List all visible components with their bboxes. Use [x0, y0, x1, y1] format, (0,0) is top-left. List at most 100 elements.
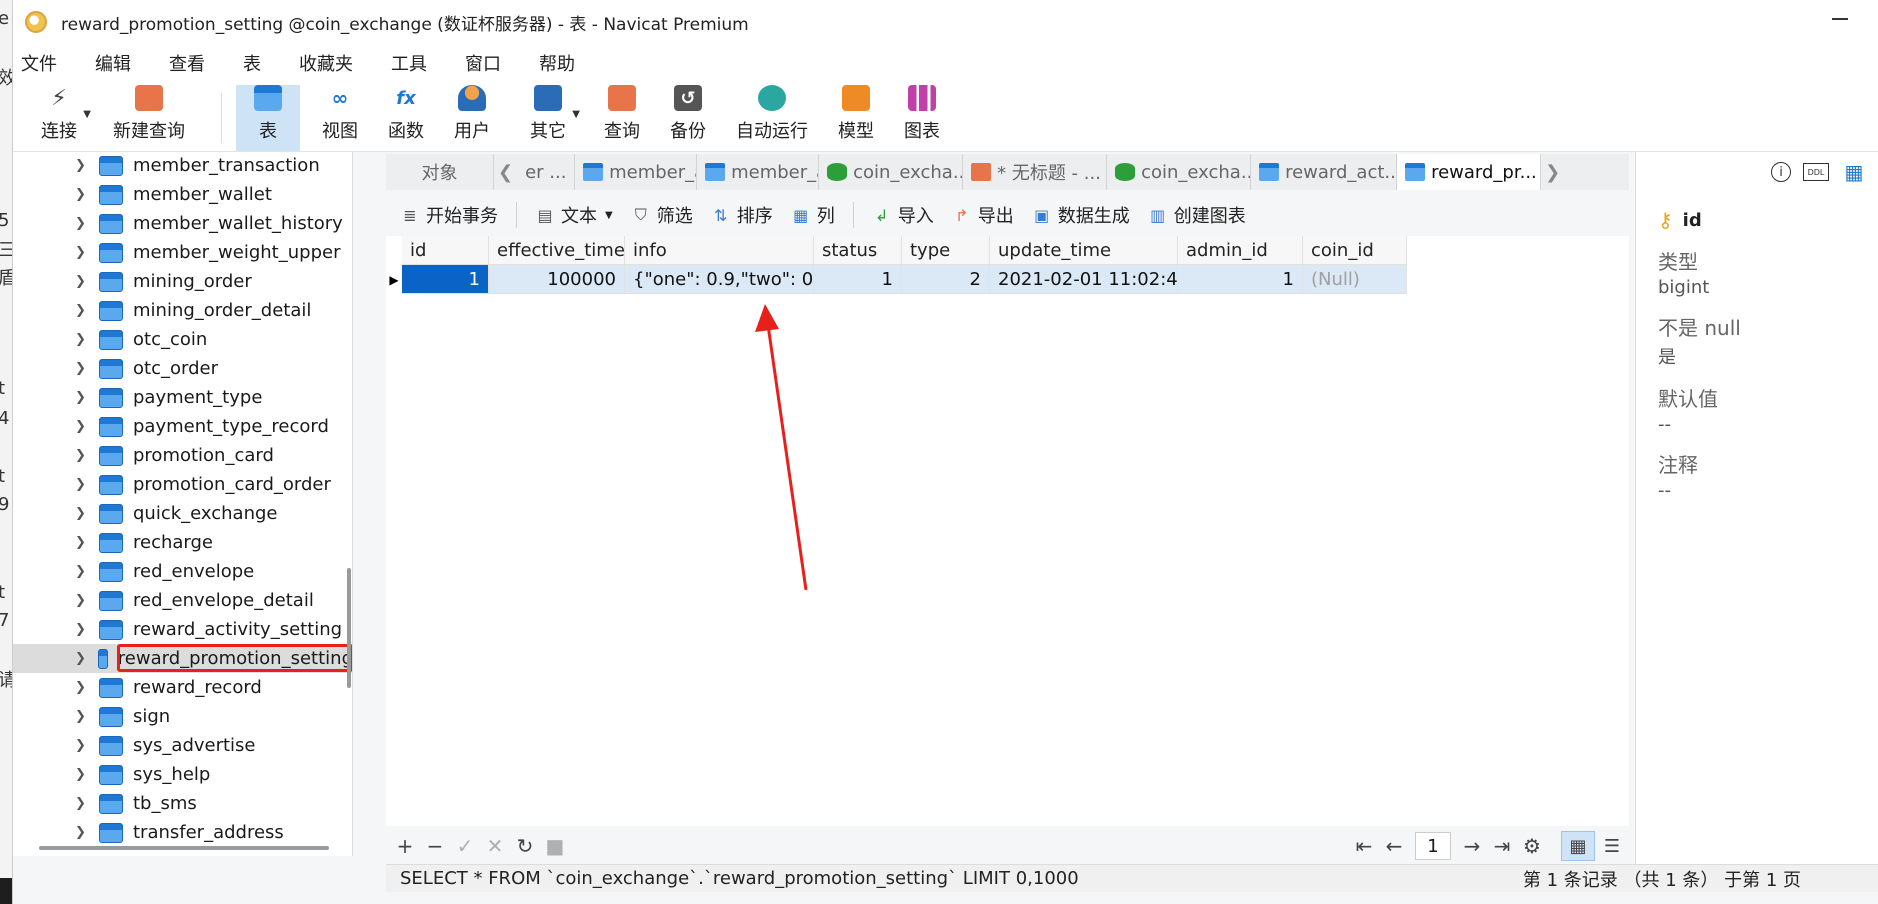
begin-transaction-button[interactable]: ≣ 开始事务: [400, 202, 498, 228]
sidebar-item-member-wallet-history[interactable]: ❯ member_wallet_history: [13, 209, 352, 238]
sidebar-item-member-weight-upper[interactable]: ❯ member_weight_upper: [13, 238, 352, 267]
chevron-right-icon[interactable]: ❯: [75, 796, 87, 811]
sidebar-item-member-wallet[interactable]: ❯ member_wallet: [13, 180, 352, 209]
menu-help[interactable]: 帮助: [539, 50, 575, 76]
discard-icon[interactable]: ✕: [480, 834, 510, 858]
sidebar-item-otc-order[interactable]: ❯ otc_order: [13, 354, 352, 383]
column-header-id[interactable]: id: [402, 236, 489, 265]
backup-button[interactable]: ↺ 备份: [662, 85, 714, 151]
tab-er[interactable]: er ...: [517, 154, 576, 190]
sidebar-item-quick-exchange[interactable]: ❯ quick_exchange: [13, 499, 352, 528]
chevron-right-icon[interactable]: ❯: [75, 651, 86, 666]
connect-button[interactable]: ⚡ 连接 ▼: [33, 85, 91, 151]
tab-reward-pr[interactable]: reward_pr...: [1397, 154, 1542, 190]
cell-admin-id[interactable]: 1: [1178, 265, 1303, 294]
chevron-right-icon[interactable]: ❯: [75, 361, 87, 376]
next-page-icon[interactable]: →: [1457, 834, 1487, 858]
stop-icon[interactable]: ■: [540, 834, 570, 858]
chevron-right-icon[interactable]: ❯: [75, 332, 87, 347]
sidebar-item-mining-order[interactable]: ❯ mining_order: [13, 267, 352, 296]
sidebar-item-sign[interactable]: ❯ sign: [13, 702, 352, 731]
tab-objects[interactable]: 对象: [386, 154, 494, 190]
refresh-icon[interactable]: ↻: [510, 834, 540, 858]
sidebar-item-payment-type[interactable]: ❯ payment_type: [13, 383, 352, 412]
menu-table[interactable]: 表: [243, 50, 261, 76]
column-header-info[interactable]: info: [625, 236, 814, 265]
tab-member-a-1[interactable]: member_a...: [575, 154, 698, 190]
menu-favorites[interactable]: 收藏夹: [299, 50, 353, 76]
chevron-down-icon[interactable]: ▼: [83, 109, 91, 120]
chevron-right-icon[interactable]: ❯: [75, 303, 87, 318]
sidebar-item-sys-help[interactable]: ❯ sys_help: [13, 760, 352, 789]
data-generation-button[interactable]: ▣ 数据生成: [1032, 202, 1130, 228]
text-button[interactable]: ▤ 文本 ▼: [535, 202, 613, 228]
chart-button[interactable]: 图表: [896, 85, 948, 151]
filter-button[interactable]: ⛉ 筛选: [631, 202, 693, 228]
column-header-type[interactable]: type: [902, 236, 990, 265]
sidebar-item-reward-record[interactable]: ❯ reward_record: [13, 673, 352, 702]
cell-id[interactable]: 1: [402, 265, 489, 294]
tab-scroll-right-icon[interactable]: ❯: [1541, 162, 1564, 183]
tab-untitled-query[interactable]: * 无标题 - ...: [963, 154, 1108, 190]
page-number-input[interactable]: 1: [1415, 832, 1451, 860]
sort-button[interactable]: ⇅ 排序: [711, 202, 773, 228]
add-row-icon[interactable]: +: [390, 834, 420, 858]
sidebar-item-red-envelope[interactable]: ❯ red_envelope: [13, 557, 352, 586]
chevron-right-icon[interactable]: ❯: [75, 390, 87, 405]
sidebar-item-member-transaction[interactable]: ❯ member_transaction: [13, 152, 352, 180]
table-row[interactable]: ▶ 1 100000 {"one": 0.9,"two": 0.1} 1 2 2…: [386, 265, 1407, 294]
query-button[interactable]: 查询: [596, 85, 648, 151]
cell-info[interactable]: {"one": 0.9,"two": 0.1}: [625, 265, 814, 294]
column-header-effective-time[interactable]: effective_time: [489, 236, 625, 265]
cell-update-time[interactable]: 2021-02-01 11:02:45: [990, 265, 1178, 294]
chevron-right-icon[interactable]: ❯: [75, 564, 87, 579]
ddl-icon[interactable]: DDL: [1803, 163, 1829, 181]
grid-icon[interactable]: ▦: [1841, 160, 1867, 184]
cell-status[interactable]: 1: [814, 265, 902, 294]
menu-file[interactable]: 文件: [21, 50, 57, 76]
info-icon[interactable]: i: [1771, 162, 1791, 182]
chevron-right-icon[interactable]: ❯: [75, 622, 87, 637]
table-button[interactable]: 表: [236, 85, 300, 151]
column-header-update-time[interactable]: update_time: [990, 236, 1178, 265]
create-chart-button[interactable]: ▥ 创建图表: [1148, 202, 1246, 228]
chevron-right-icon[interactable]: ❯: [75, 216, 87, 231]
chevron-right-icon[interactable]: ❯: [75, 593, 87, 608]
chevron-right-icon[interactable]: ❯: [75, 187, 87, 202]
chevron-right-icon[interactable]: ❯: [75, 274, 87, 289]
column-header-status[interactable]: status: [814, 236, 902, 265]
model-button[interactable]: 模型: [830, 85, 882, 151]
column-header-admin-id[interactable]: admin_id: [1178, 236, 1303, 265]
chevron-down-icon[interactable]: ▼: [605, 210, 613, 221]
sidebar-item-sys-advertise[interactable]: ❯ sys_advertise: [13, 731, 352, 760]
prev-page-icon[interactable]: ←: [1379, 834, 1409, 858]
chevron-right-icon[interactable]: ❯: [75, 448, 87, 463]
chevron-right-icon[interactable]: ❯: [75, 825, 87, 840]
chevron-right-icon[interactable]: ❯: [75, 477, 87, 492]
sidebar-item-reward-promotion-setting[interactable]: ❯ reward_promotion_setting: [13, 644, 352, 673]
sidebar-item-red-envelope-detail[interactable]: ❯ red_envelope_detail: [13, 586, 352, 615]
chevron-right-icon[interactable]: ❯: [75, 680, 87, 695]
sidebar-item-recharge[interactable]: ❯ recharge: [13, 528, 352, 557]
sidebar-vertical-scrollbar[interactable]: [347, 568, 351, 688]
chevron-right-icon[interactable]: ❯: [75, 709, 87, 724]
sidebar-item-reward-activity-setting[interactable]: ❯ reward_activity_setting: [13, 615, 352, 644]
grid-view-toggle-icon[interactable]: ▦: [1561, 831, 1595, 861]
sidebar-item-promotion-card[interactable]: ❯ promotion_card: [13, 441, 352, 470]
tab-scroll-left-icon[interactable]: ❮: [494, 162, 517, 183]
tab-member-a-2[interactable]: member_a...: [697, 154, 820, 190]
sidebar-item-payment-type-record[interactable]: ❯ payment_type_record: [13, 412, 352, 441]
function-button[interactable]: fx 函数: [380, 85, 432, 151]
chevron-right-icon[interactable]: ❯: [75, 738, 87, 753]
tab-coin-excha-1[interactable]: coin_excha...: [819, 154, 964, 190]
apply-icon[interactable]: ✓: [450, 834, 480, 858]
user-button[interactable]: 用户: [446, 85, 498, 151]
sidebar-item-otc-coin[interactable]: ❯ otc_coin: [13, 325, 352, 354]
menu-view[interactable]: 查看: [169, 50, 205, 76]
chevron-right-icon[interactable]: ❯: [75, 158, 87, 173]
view-button[interactable]: ∞ 视图: [314, 85, 366, 151]
autorun-button[interactable]: 自动运行: [728, 85, 816, 151]
other-button[interactable]: 其它 ▼: [522, 85, 580, 151]
settings-gear-icon[interactable]: ⚙: [1517, 834, 1547, 858]
chevron-right-icon[interactable]: ❯: [75, 767, 87, 782]
